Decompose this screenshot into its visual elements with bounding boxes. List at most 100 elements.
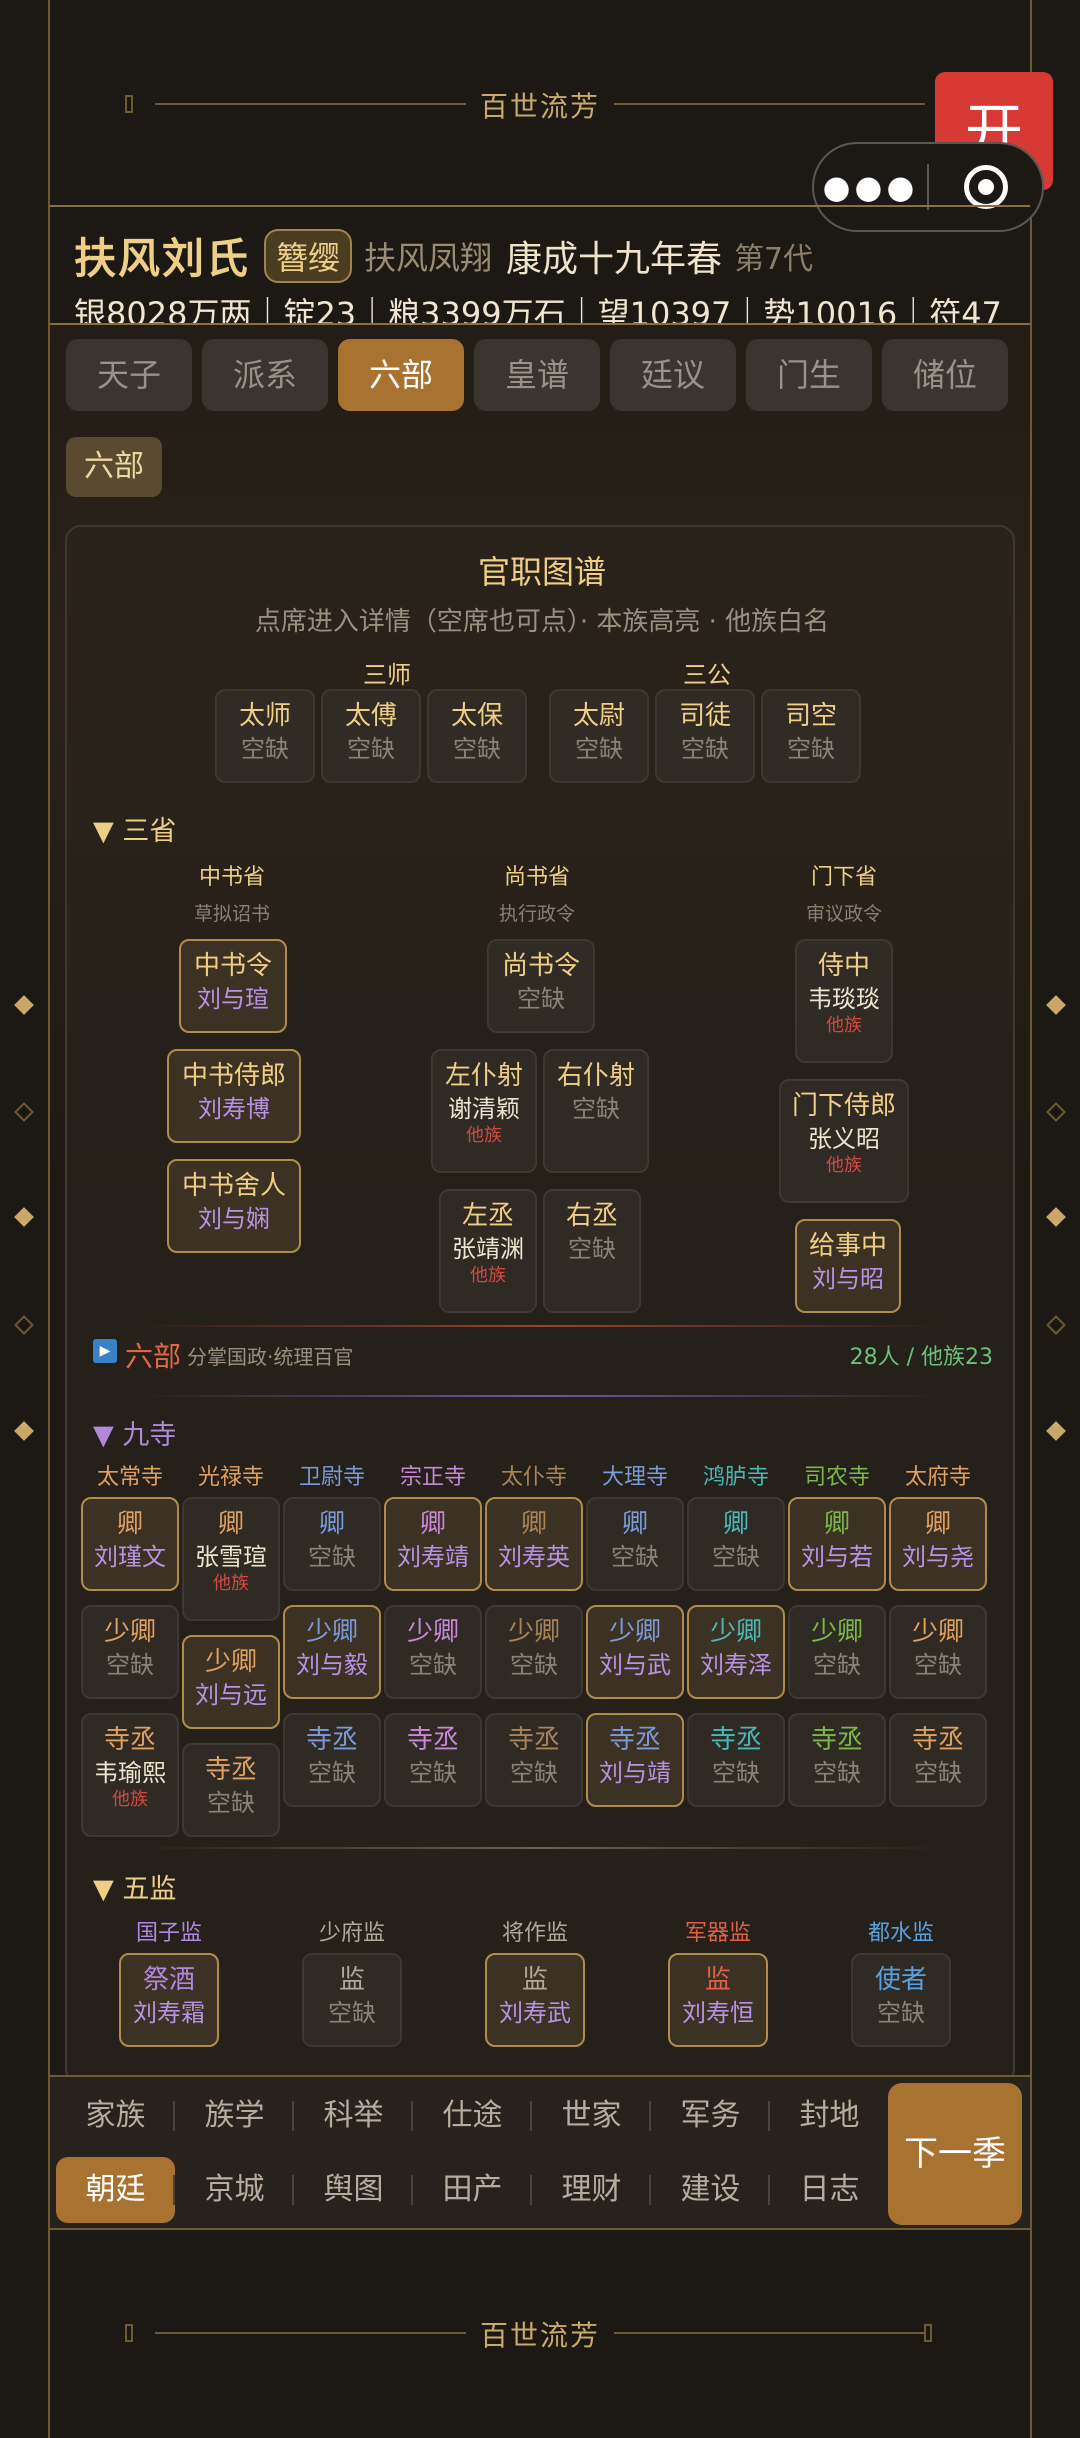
more-icon[interactable]: ●●● [814,168,927,206]
menxia-sub: 审议政令 [805,903,882,925]
nav-item-row2-6[interactable]: 日志 [770,2157,889,2223]
office-seat[interactable]: 寺丞 空缺 [485,1713,583,1807]
office-seat[interactable]: 右丞 空缺 [543,1189,641,1313]
nav-item-row1-1[interactable]: 族学 [175,2083,294,2149]
office-seat[interactable]: 中书舍人 刘与娴 [167,1159,301,1253]
nav-item-row1-5[interactable]: 军务 [651,2083,770,2149]
tab-1[interactable]: 派系 [202,339,328,411]
nav-item-row1-2[interactable]: 科举 [294,2083,413,2149]
office-seat[interactable]: 卿刘与尧 [889,1497,987,1591]
office-seat[interactable]: 左丞 张靖渊 他族 [439,1189,537,1313]
office-seat[interactable]: 少卿 空缺 [384,1605,482,1699]
sansheng-header[interactable]: ▼ 三省 [93,809,176,848]
seat-title: 寺丞 [810,1725,863,1755]
nav-item-row1-0[interactable]: 家族 [56,2083,175,2149]
seat-title: 寺丞 [608,1725,661,1755]
close-target-icon[interactable] [929,165,1042,209]
office-seat[interactable]: 司空 空缺 [761,689,861,783]
nav-item-row2-3[interactable]: 田产 [413,2157,532,2223]
seat-title: 中书舍人 [181,1171,286,1201]
office-seat[interactable]: 太保 空缺 [427,689,527,783]
office-seat[interactable]: 中书令 刘与瑄 [179,939,287,1033]
office-seat[interactable]: 寺丞 空缺 [283,1713,381,1807]
office-seat[interactable]: 卿空缺 [687,1497,785,1591]
office-seat[interactable]: 少卿 空缺 [485,1605,583,1699]
office-seat[interactable]: 门下侍郎 张义昭 他族 [779,1079,909,1203]
title-badge[interactable]: 簪缨 [264,228,353,283]
nav-item-row2-0[interactable]: 朝廷 [56,2157,175,2223]
seat-holder: 刘与昭 [812,1265,884,1293]
seat-title: 太保 [450,701,503,731]
office-seat[interactable]: 少卿 刘寿泽 [687,1605,785,1699]
office-seat[interactable]: 祭酒 刘寿霜 [119,1953,219,2047]
nav-item-row2-4[interactable]: 理财 [532,2157,651,2223]
office-seat[interactable]: 寺丞 刘与靖 [586,1713,684,1807]
tab-6[interactable]: 储位 [882,339,1008,411]
office-seat[interactable]: 少卿 刘与武 [586,1605,684,1699]
office-seat[interactable]: 太尉 空缺 [549,689,649,783]
office-seat[interactable]: 少卿 空缺 [788,1605,886,1699]
office-seat[interactable]: 卿刘寿靖 [384,1497,482,1591]
office-seat[interactable]: 寺丞 空缺 [384,1713,482,1807]
office-seat[interactable]: 寺丞 空缺 [889,1713,987,1807]
office-seat[interactable]: 寺丞 空缺 [182,1743,280,1837]
seat-holder: 刘与娴 [198,1205,270,1233]
nav-item-row2-2[interactable]: 舆图 [294,2157,413,2223]
nav-item-row2-5[interactable]: 建设 [651,2157,770,2223]
office-seat[interactable]: 左仆射 谢清颖 他族 [431,1049,537,1173]
office-seat[interactable]: 卿张雪瑄 他族 [182,1497,280,1621]
next-season-button[interactable]: 下一季 [888,2083,1022,2225]
office-seat[interactable]: 给事中 刘与昭 [795,1219,901,1313]
liubu-bar[interactable]: ▶ 六部 分掌国政·统理百官 28人 / 他族23 [93,1335,993,1375]
tab-2[interactable]: 六部 [338,339,464,411]
office-seat[interactable]: 监空缺 [302,1953,402,2047]
office-seat[interactable]: 少卿 空缺 [889,1605,987,1699]
office-seat[interactable]: 太傅 空缺 [321,689,421,783]
nav-item-row1-3[interactable]: 仕途 [413,2083,532,2149]
seat-holder: 张义昭 [808,1125,880,1153]
office-seat[interactable]: 太师 空缺 [215,689,315,783]
office-seat[interactable]: 少卿 刘与毅 [283,1605,381,1699]
seat-holder: 空缺 [813,1759,861,1787]
tab-4[interactable]: 廷议 [610,339,736,411]
seat-title: 门下侍郎 [791,1091,896,1121]
office-seat[interactable]: 卿刘寿英 [485,1497,583,1591]
office-seat[interactable]: 右仆射 空缺 [543,1049,649,1173]
office-seat[interactable]: 使者 空缺 [851,1953,951,2047]
bottom-banner: 百世流芳 [0,2314,1080,2354]
nav-item-row1-6[interactable]: 封地 [770,2083,889,2149]
office-seat[interactable]: 监刘寿武 [485,1953,585,2047]
seat-title: 太傅 [344,701,397,731]
office-seat[interactable]: 卿空缺 [283,1497,381,1591]
seat-holder: 刘寿恒 [682,1999,754,2027]
ornament-icon [14,1207,34,1227]
tab-5[interactable]: 门生 [746,339,872,411]
ornament-icon [14,1315,34,1335]
nav-item-row1-4[interactable]: 世家 [532,2083,651,2149]
office-seat[interactable]: 卿刘与若 [788,1497,886,1591]
directorate-name: 将作监 [501,1921,568,1946]
office-seat[interactable]: 中书侍郎 刘寿博 [167,1049,301,1143]
tab-3[interactable]: 皇谱 [474,339,600,411]
generation-label: 第7代 [734,241,814,277]
seat-title: 左丞 [461,1201,514,1231]
office-seat[interactable]: 监刘寿恒 [668,1953,768,2047]
office-seat[interactable]: 尚书令 空缺 [487,939,595,1033]
tab-0[interactable]: 天子 [66,339,192,411]
office-seat[interactable]: 少卿 刘与远 [182,1635,280,1729]
office-seat[interactable]: 寺丞 空缺 [687,1713,785,1807]
office-seat[interactable]: 寺丞 空缺 [788,1713,886,1807]
office-seat[interactable]: 寺丞 韦瑜熙 他族 [81,1713,179,1837]
jiusi-header[interactable]: ▼ 九寺 [93,1413,176,1452]
shangshu-name: 尚书省 [503,865,570,890]
office-seat[interactable]: 少卿 空缺 [81,1605,179,1699]
office-seat[interactable]: 卿空缺 [586,1497,684,1591]
nav-item-row2-1[interactable]: 京城 [175,2157,294,2223]
office-seat[interactable]: 司徒 空缺 [655,689,755,783]
subtab-liubu[interactable]: 六部 [66,437,162,497]
wujian-header[interactable]: ▼ 五监 [93,1867,176,1906]
temple-name: 太府寺 [904,1465,971,1490]
office-seat[interactable]: 卿刘瑾文 [81,1497,179,1591]
office-seat[interactable]: 侍中 韦琰琰 他族 [795,939,893,1063]
seat-title: 中书侍郎 [181,1061,286,1091]
